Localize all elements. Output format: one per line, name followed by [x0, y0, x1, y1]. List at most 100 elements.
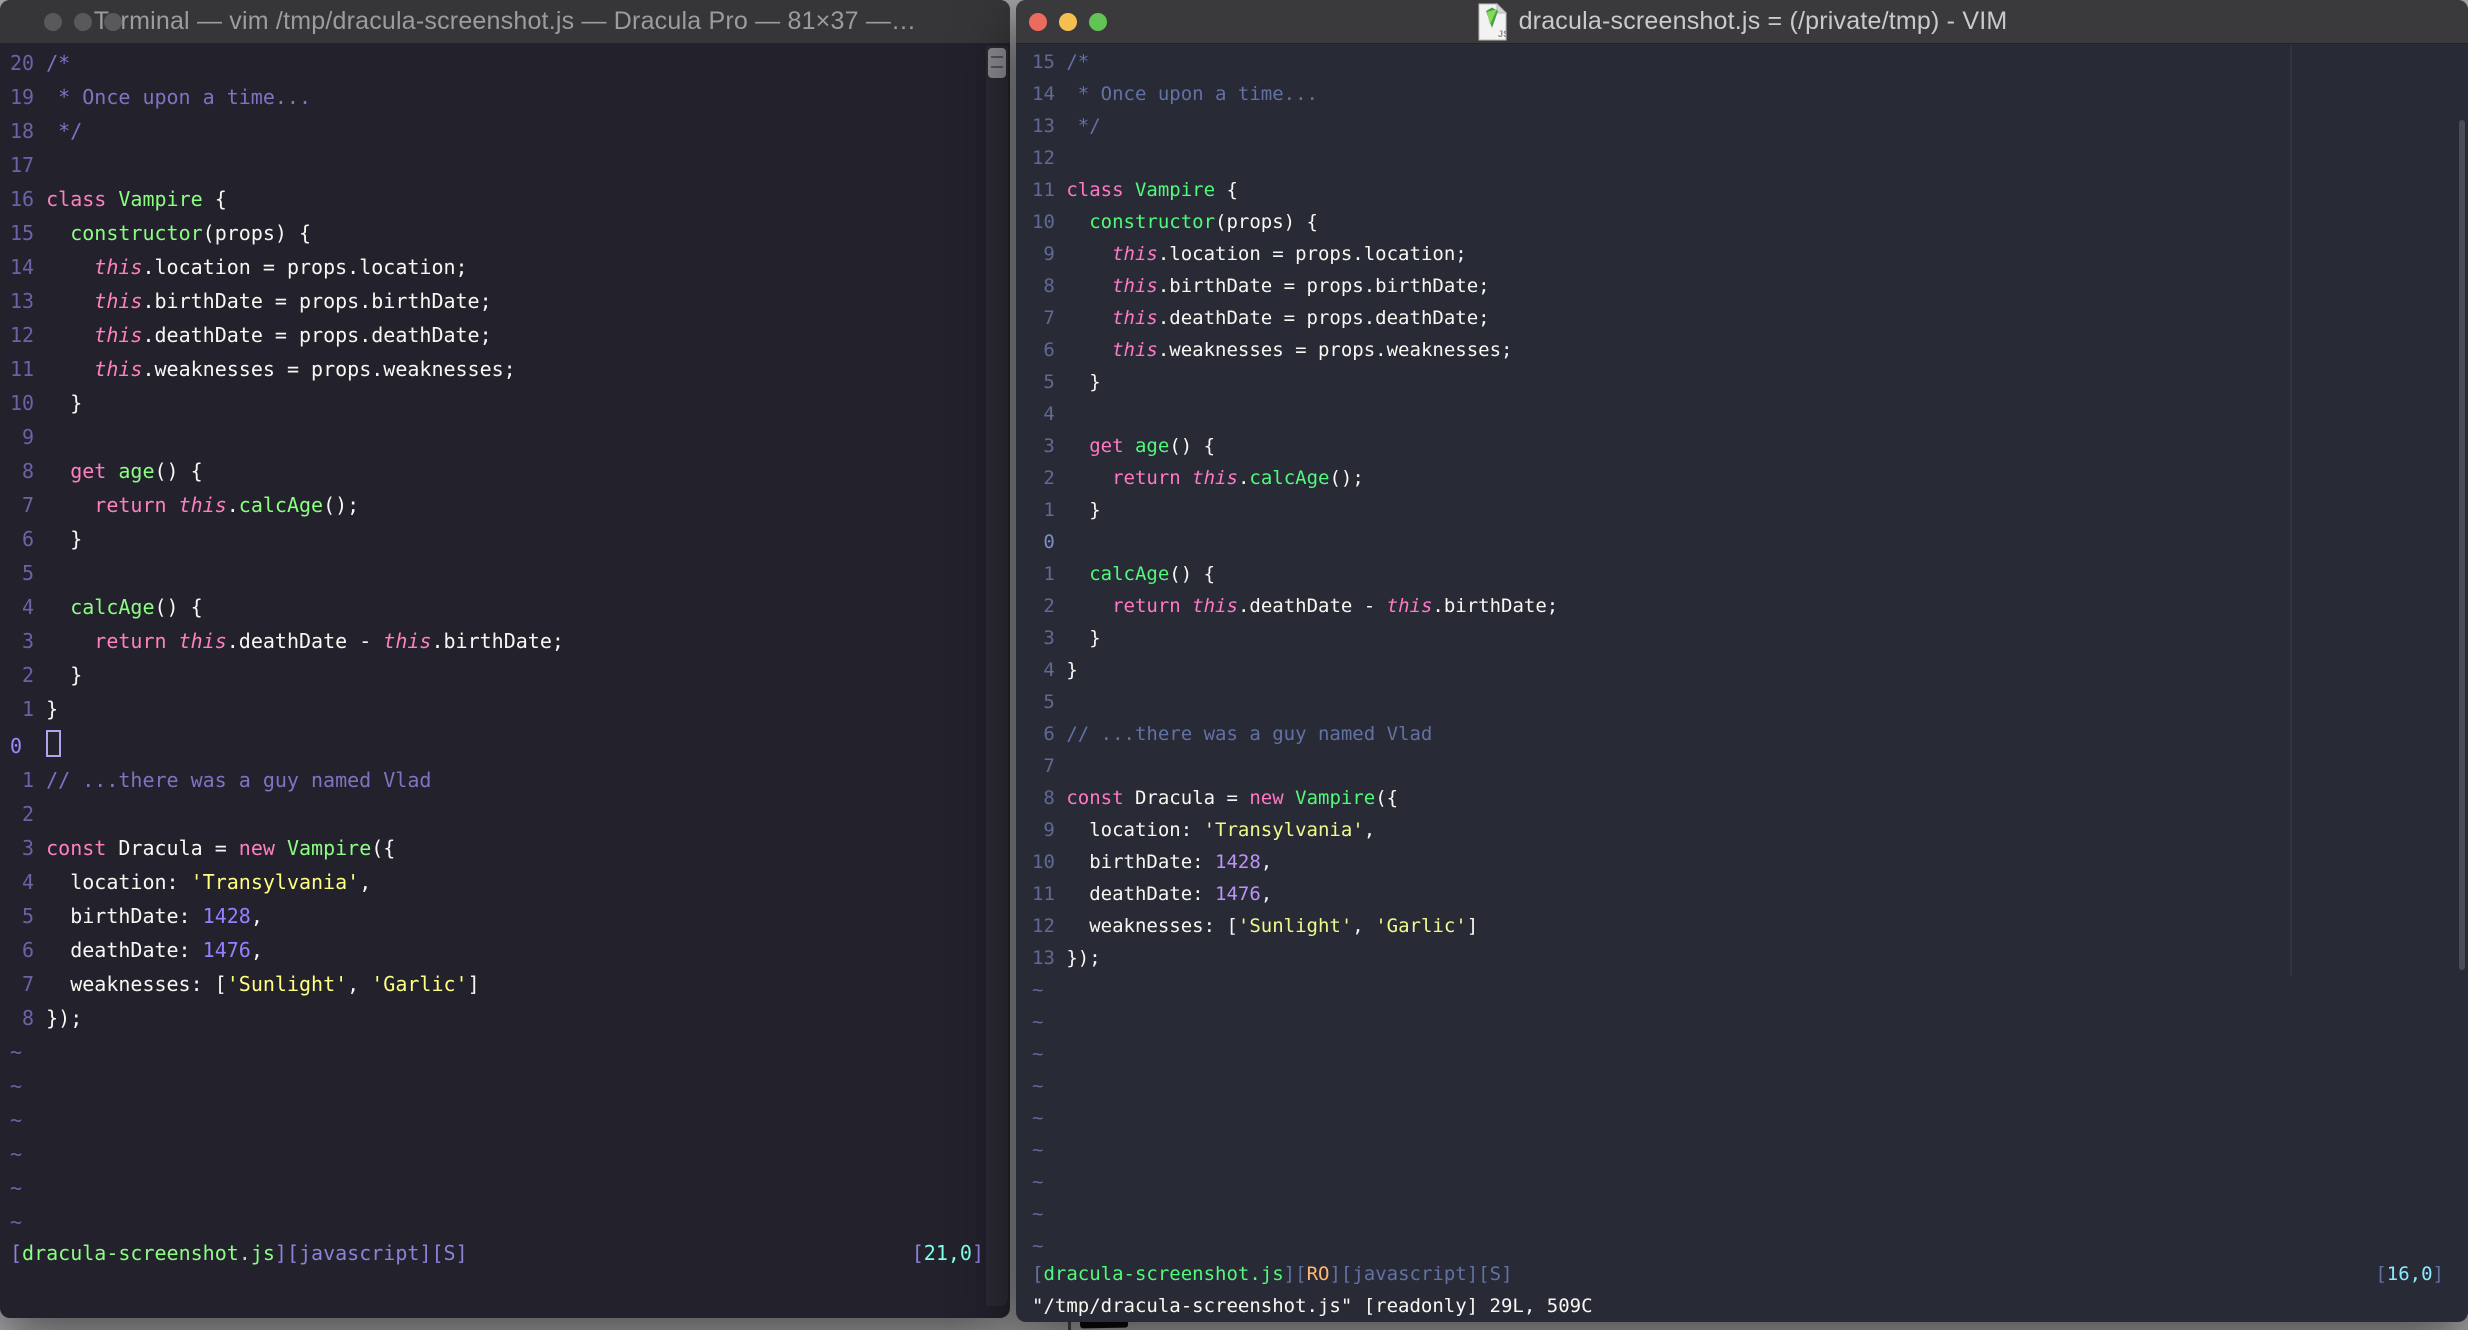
code-token: ][ [1283, 1263, 1307, 1285]
code-token: /* [1066, 51, 1090, 73]
line-number: 6 [1043, 339, 1055, 361]
line-number: 14 [1032, 83, 1055, 105]
terminal-text-area[interactable]: 20/* 19 * Once upon a time... 18 */17 16 cla… [0, 44, 1010, 1239]
code-token: ][ [419, 1241, 444, 1265]
scrollbar-track[interactable] [986, 46, 1008, 1306]
code-token: .location = props.location; [142, 255, 468, 279]
line-number: 6 [22, 527, 35, 551]
minimize-button[interactable] [1059, 13, 1077, 31]
code-token: this [1112, 243, 1158, 265]
code-token: this [94, 255, 143, 279]
code-line: 10 birthDate: 1428, [1032, 846, 2468, 878]
code-token: this [1112, 339, 1158, 361]
code-text: */ [46, 119, 82, 143]
code-token: ][ [1329, 1263, 1353, 1285]
line-number: 20 [10, 51, 35, 75]
code-text: location: 'Transylvania', [1066, 819, 1375, 841]
empty-buffer-line: ~ [1032, 1070, 2468, 1102]
code-token: } [46, 663, 83, 687]
code-token: new [1249, 787, 1284, 809]
code-text: * Once upon a time... [46, 85, 311, 109]
code-token: 1428 [1215, 851, 1261, 873]
code-text: class Vampire { [1066, 179, 1238, 201]
code-token: * Once upon a time... [1066, 83, 1318, 105]
code-token: ] [1501, 1263, 1513, 1285]
empty-buffer-line: ~ [1032, 974, 2468, 1006]
code-token: weaknesses: [ [46, 972, 227, 996]
code-token: 'Sunlight' [1237, 915, 1353, 937]
line-number: 2 [1043, 467, 1055, 489]
line-number: 0 [1043, 531, 1055, 553]
code-token: 'Garlic' [1375, 915, 1467, 937]
tilde-marker: ~ [10, 1074, 23, 1098]
line-number: 9 [1043, 819, 1055, 841]
empty-buffer-line: ~ [1032, 1102, 2468, 1134]
code-token: .weaknesses = props.weaknesses; [1157, 339, 1513, 361]
code-token: ] [467, 972, 480, 996]
code-line: 3 return this.deathDate - this.birthDate… [10, 624, 1010, 658]
vim-text-area[interactable]: 15/* 14 * Once upon a time... 13 */12 11 cla… [1016, 44, 2468, 1262]
code-text: } [1066, 627, 1100, 649]
code-text: return this.calcAge(); [1066, 467, 1364, 489]
code-token: Dracula = [106, 836, 239, 860]
code-token: 16,0 [2386, 1263, 2433, 1285]
line-number: 15 [1032, 51, 1055, 73]
code-token: dracula-screenshot.js [1043, 1263, 1284, 1285]
line-number: 8 [1043, 787, 1055, 809]
code-token: ] [2432, 1263, 2444, 1285]
code-token: 1428 [202, 904, 251, 928]
line-number: 16 [10, 187, 35, 211]
code-token: .location = props.location; [1157, 243, 1467, 265]
code-text: const Dracula = new Vampire({ [46, 836, 395, 860]
code-token: S [443, 1241, 456, 1265]
code-line: 4} [1032, 654, 2468, 686]
empty-buffer-line: ~ [10, 1137, 1010, 1171]
code-text: } [1066, 659, 1077, 681]
code-token: ({ [1375, 787, 1399, 809]
statusline-cursor-position: [21,0] [912, 1236, 984, 1270]
code-token: } [1066, 659, 1078, 681]
close-button[interactable] [44, 13, 62, 31]
macvim-titlebar[interactable]: JS dracula-screenshot.js = (/private/tmp… [1016, 0, 2468, 44]
scrollbar-thumb[interactable] [2459, 120, 2465, 970]
code-token: 'Sunlight' [226, 972, 348, 996]
code-token: ][ [1466, 1263, 1490, 1285]
code-text: // ...there was a guy named Vlad [1066, 723, 1432, 745]
macvim-window: JS dracula-screenshot.js = (/private/tmp… [1016, 0, 2468, 1322]
line-number: 4 [1043, 659, 1055, 681]
code-line: 17 [10, 148, 1010, 182]
minimize-button[interactable] [74, 13, 92, 31]
terminal-titlebar[interactable]: Terminal — vim /tmp/dracula-screenshot.j… [0, 0, 1010, 44]
code-token: this [383, 629, 432, 653]
code-token: Vampire [1134, 179, 1216, 201]
code-text: return this.deathDate - this.birthDate; [46, 629, 564, 653]
code-line: 8}); [10, 1001, 1010, 1035]
code-token: .weaknesses = props.weaknesses; [142, 357, 516, 381]
code-line: 4 location: 'Transylvania', [10, 865, 1010, 899]
code-text: this.birthDate = props.birthDate; [46, 289, 491, 313]
empty-buffer-line: ~ [1032, 1166, 2468, 1198]
code-token: this [178, 629, 227, 653]
close-button[interactable] [1029, 13, 1047, 31]
code-token: RO [1306, 1263, 1330, 1285]
svg-text:JS: JS [1498, 29, 1507, 39]
code-line: 5 birthDate: 1428, [10, 899, 1010, 933]
code-line: 7 [1032, 750, 2468, 782]
code-token: .deathDate = props.deathDate; [1157, 307, 1490, 329]
zoom-button[interactable] [104, 13, 122, 31]
tilde-marker: ~ [10, 1176, 23, 1200]
line-number: 5 [22, 561, 35, 585]
tilde-marker: ~ [1032, 1107, 1044, 1129]
tilde-marker: ~ [10, 1210, 23, 1234]
scrollbar-thumb[interactable] [988, 48, 1006, 78]
code-token: birthDate: [1066, 851, 1216, 873]
code-text: } [46, 663, 82, 687]
zoom-button[interactable] [1089, 13, 1107, 31]
statusline-file-info: [dracula-screenshot.js][RO][javascript][… [1032, 1258, 1513, 1290]
